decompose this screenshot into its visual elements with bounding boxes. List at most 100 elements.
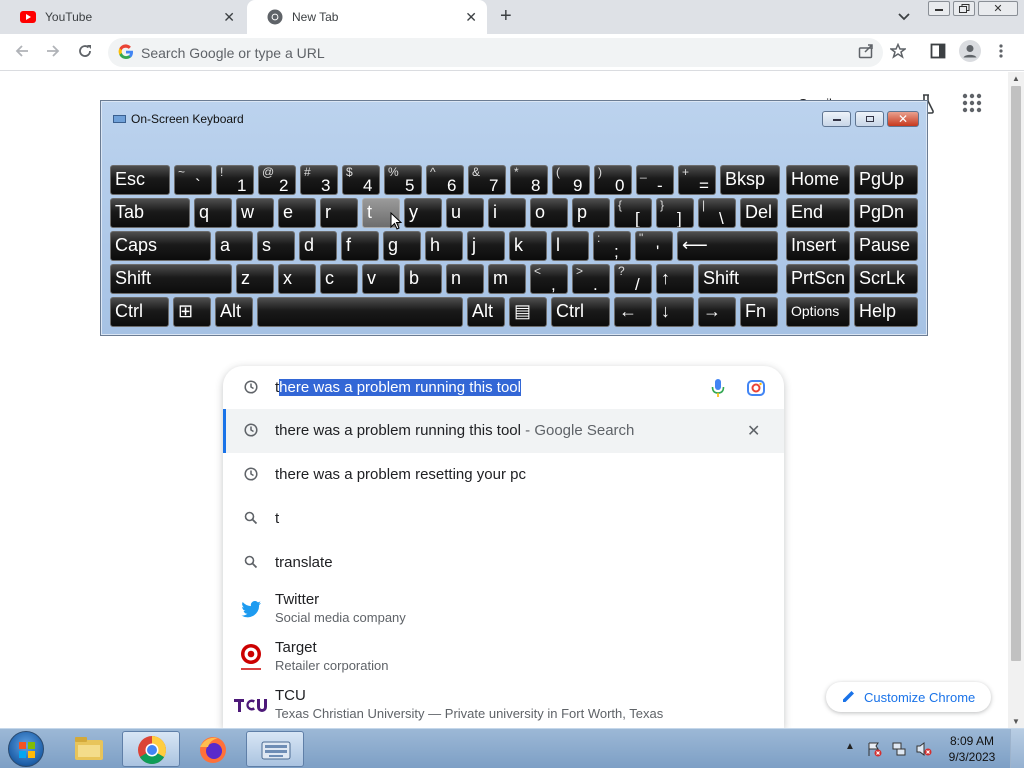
osk-key-q[interactable]: q — [194, 198, 232, 228]
osk-close-button[interactable]: ✕ — [887, 111, 919, 127]
close-tab-icon[interactable]: ✕ — [223, 9, 235, 25]
osk-key-o[interactable]: o — [530, 198, 568, 228]
osk-key-s[interactable]: s — [257, 231, 295, 261]
chrome-taskbar-icon[interactable] — [122, 731, 180, 767]
share-icon[interactable] — [858, 43, 874, 64]
suggestion-item[interactable]: there was a problem running this tool - … — [223, 409, 784, 453]
osk-key-i[interactable]: i — [488, 198, 526, 228]
start-button[interactable] — [8, 731, 44, 767]
osk-key-end[interactable]: End — [786, 198, 850, 228]
show-hidden-icons[interactable]: ▲ — [845, 741, 855, 752]
osk-key-symbol[interactable]: }] — [656, 198, 694, 228]
scroll-down-icon[interactable]: ▼ — [1012, 717, 1020, 726]
osk-key-z[interactable]: z — [236, 264, 274, 294]
osk-key-d[interactable]: d — [299, 231, 337, 261]
osk-key-l[interactable]: l — [551, 231, 589, 261]
osk-key-del[interactable]: Del — [740, 198, 778, 228]
osk-key-pgup[interactable]: PgUp — [854, 165, 918, 195]
osk-key-w[interactable]: w — [236, 198, 274, 228]
close-tab-icon[interactable]: ✕ — [465, 9, 477, 25]
osk-key-symbol[interactable]: :; — [593, 231, 631, 261]
osk-key-n[interactable]: n — [446, 264, 484, 294]
search-query-text[interactable]: there was a problem running this tool — [275, 379, 521, 396]
osk-key-symbol[interactable]: ⊞ — [173, 297, 211, 327]
show-desktop-button[interactable] — [1010, 729, 1024, 768]
explorer-taskbar-icon[interactable] — [60, 731, 118, 767]
osk-key-f[interactable]: f — [341, 231, 379, 261]
osk-key-symbol[interactable]: → — [698, 297, 736, 327]
osk-key-x[interactable]: x — [278, 264, 316, 294]
osk-key-9[interactable]: (9 — [552, 165, 590, 195]
back-icon[interactable] — [14, 43, 30, 64]
forward-icon[interactable] — [45, 43, 61, 64]
suggestion-item[interactable]: t — [223, 497, 784, 541]
osk-key-p[interactable]: p — [572, 198, 610, 228]
osk-key-symbol[interactable]: _ - — [636, 165, 674, 195]
new-tab-button[interactable]: + — [500, 6, 512, 26]
tab-new-tab[interactable]: New Tab ✕ — [247, 0, 487, 34]
osk-key-symbol[interactable]: ← — [614, 297, 652, 327]
osk-key-pause[interactable]: Pause — [854, 231, 918, 261]
osk-key-symbol[interactable]: + = — [678, 165, 716, 195]
osk-key-5[interactable]: % 5 — [384, 165, 422, 195]
reload-icon[interactable] — [77, 43, 93, 64]
restore-button[interactable] — [953, 1, 975, 16]
scrollbar-thumb[interactable] — [1011, 86, 1021, 661]
entity-suggestion[interactable]: Twitter Social media company — [223, 587, 784, 635]
osk-key-e[interactable]: e — [278, 198, 316, 228]
osk-taskbar-icon[interactable] — [246, 731, 304, 767]
osk-key-symbol[interactable]: ↑ — [656, 264, 694, 294]
osk-key-symbol[interactable]: >. — [572, 264, 610, 294]
osk-key-symbol[interactable]: ↓ — [656, 297, 694, 327]
osk-key-u[interactable]: u — [446, 198, 484, 228]
osk-key-k[interactable]: k — [509, 231, 547, 261]
customize-chrome-button[interactable]: Customize Chrome — [826, 682, 991, 712]
osk-key-4[interactable]: $4 — [342, 165, 380, 195]
bookmark-star-icon[interactable] — [888, 42, 908, 64]
osk-key-bksp[interactable]: Bksp — [720, 165, 780, 195]
osk-key-symbol[interactable]: ? / — [614, 264, 652, 294]
suggestion-item[interactable]: there was a problem resetting your pc — [223, 453, 784, 497]
osk-key-2[interactable]: @2 — [258, 165, 296, 195]
osk-key-ctrl[interactable]: Ctrl — [110, 297, 169, 327]
osk-key-insert[interactable]: Insert — [786, 231, 850, 261]
profile-avatar-icon[interactable] — [959, 40, 981, 67]
osk-key-caps[interactable]: Caps — [110, 231, 211, 261]
osk-key-8[interactable]: * 8 — [510, 165, 548, 195]
scroll-up-icon[interactable]: ▲ — [1012, 74, 1020, 83]
osk-key-g[interactable]: g — [383, 231, 421, 261]
firefox-taskbar-icon[interactable] — [184, 731, 242, 767]
osk-key-help[interactable]: Help — [854, 297, 918, 327]
entity-suggestion[interactable]: Target Retailer corporation — [223, 635, 784, 683]
omnibox-input[interactable] — [141, 38, 741, 67]
osk-key-options[interactable]: Options — [786, 297, 850, 327]
osk-key-m[interactable]: m — [488, 264, 526, 294]
close-window-button[interactable]: ✕ — [978, 1, 1018, 16]
chrome-menu-icon[interactable] — [998, 43, 1004, 64]
osk-key-scrlk[interactable]: ScrLk — [854, 264, 918, 294]
tab-youtube[interactable]: YouTube ✕ — [0, 0, 245, 34]
osk-key-symbol[interactable]: | \ — [698, 198, 736, 228]
osk-key-space[interactable] — [257, 297, 463, 327]
osk-key-alt[interactable]: Alt — [215, 297, 253, 327]
entity-suggestion[interactable]: TCU Texas Christian University — Private… — [223, 683, 784, 731]
osk-key-alt[interactable]: Alt — [467, 297, 505, 327]
osk-key-ctrl[interactable]: Ctrl — [551, 297, 610, 327]
osk-restore-button[interactable] — [855, 111, 884, 127]
google-apps-icon[interactable] — [962, 93, 982, 118]
minimize-button[interactable] — [928, 1, 950, 16]
search-query-line[interactable]: there was a problem running this tool — [223, 366, 784, 410]
osk-key-symbol[interactable]: ▤ — [509, 297, 547, 327]
osk-key-symbol[interactable]: ~ ` — [174, 165, 212, 195]
osk-key-c[interactable]: c — [320, 264, 358, 294]
osk-key-shift[interactable]: Shift — [110, 264, 232, 294]
osk-key-3[interactable]: #3 — [300, 165, 338, 195]
osk-key-r[interactable]: r — [320, 198, 358, 228]
google-lens-icon[interactable] — [746, 378, 766, 403]
network-icon[interactable] — [891, 741, 907, 762]
suggestion-item[interactable]: translate — [223, 541, 784, 585]
osk-key-0[interactable]: ) 0 — [594, 165, 632, 195]
osk-key-symbol[interactable]: " ' — [635, 231, 673, 261]
page-scrollbar[interactable]: ▲ ▼ — [1008, 72, 1024, 728]
osk-key-symbol[interactable]: <, — [530, 264, 568, 294]
